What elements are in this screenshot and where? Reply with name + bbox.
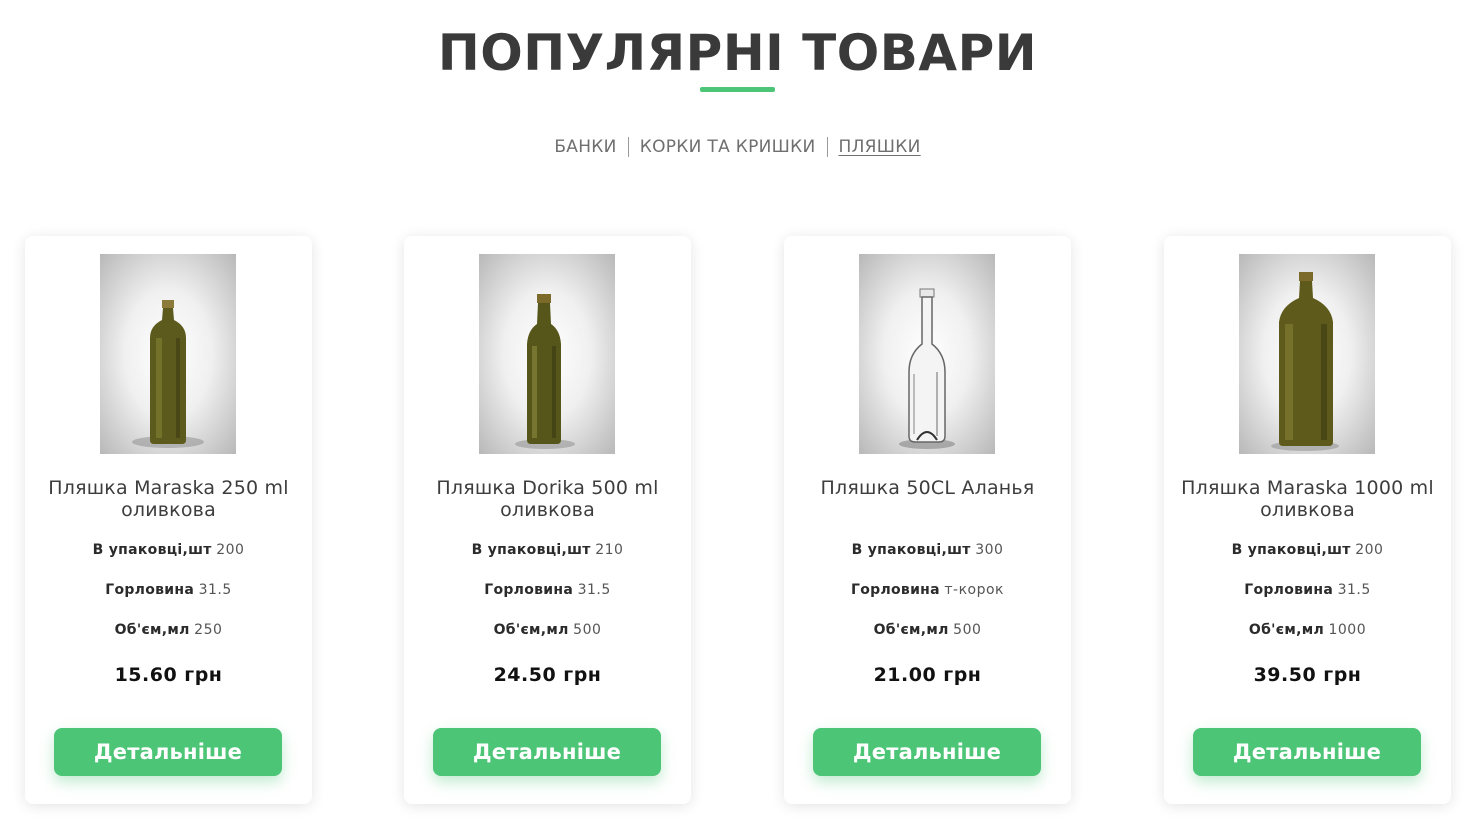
olive-bottle-round-image[interactable] (479, 254, 615, 454)
tab-jars[interactable]: БАНКИ (543, 137, 627, 157)
section-title: ПОПУЛЯРНІ ТОВАРИ (437, 24, 1038, 82)
spec-value: 200 (216, 542, 245, 558)
spec-neck: Горловина 31.5 (25, 582, 312, 598)
tab-bottles[interactable]: ПЛЯШКИ (828, 137, 932, 157)
spec-value: 31.5 (577, 582, 611, 598)
olive-bottle-square-small-image[interactable] (100, 254, 236, 454)
details-button[interactable]: Детальніше (1193, 728, 1421, 776)
product-card[interactable]: Пляшка 50CL Аланья В упаковці,шт 300 Гор… (784, 236, 1071, 804)
bottle-illustration (132, 300, 204, 448)
title-underline (700, 87, 775, 92)
spec-value: т-корок (944, 582, 1004, 598)
spec-label: Об'єм,мл (873, 622, 949, 638)
spec-per-pack: В упаковці,шт 200 (1164, 542, 1451, 558)
spec-neck: Горловина 31.5 (1164, 582, 1451, 598)
spec-label: В упаковці,шт (92, 542, 212, 558)
spec-value: 500 (573, 622, 602, 638)
details-button[interactable]: Детальніше (54, 728, 282, 776)
product-price: 39.50 грн (1253, 664, 1362, 686)
spec-neck: Горловина 31.5 (404, 582, 691, 598)
spec-neck: Горловина т-корок (784, 582, 1071, 598)
spec-label: В упаковці,шт (851, 542, 971, 558)
product-card[interactable]: Пляшка Maraska 1000 ml оливкова В упаков… (1164, 236, 1451, 804)
spec-label: Горловина (484, 582, 574, 598)
product-name[interactable]: Пляшка Dorika 500 ml оливкова (414, 477, 681, 521)
product-price: 21.00 грн (873, 664, 982, 686)
spec-label: Об'єм,мл (493, 622, 569, 638)
clear-bottle-image[interactable] (859, 254, 995, 454)
product-card[interactable]: Пляшка Maraska 250 ml оливкова В упаковц… (25, 236, 312, 804)
product-price: 24.50 грн (493, 664, 602, 686)
product-grid: Пляшка Maraska 250 ml оливкова В упаковц… (0, 236, 1475, 806)
spec-label: В упаковці,шт (1231, 542, 1351, 558)
spec-volume: Об'єм,мл 1000 (1164, 622, 1451, 638)
bottle-illustration (1271, 272, 1339, 451)
spec-label: Горловина (1244, 582, 1334, 598)
spec-volume: Об'єм,мл 250 (25, 622, 312, 638)
spec-volume: Об'єм,мл 500 (784, 622, 1071, 638)
category-tabs: БАНКИ КОРКИ ТА КРИШКИ ПЛЯШКИ (0, 137, 1475, 157)
details-button[interactable]: Детальніше (813, 728, 1041, 776)
olive-bottle-square-large-image[interactable] (1239, 254, 1375, 454)
product-name[interactable]: Пляшка Maraska 250 ml оливкова (35, 477, 302, 521)
product-name[interactable]: Пляшка Maraska 1000 ml оливкова (1174, 477, 1441, 521)
spec-value: 31.5 (1337, 582, 1371, 598)
spec-value: 1000 (1328, 622, 1367, 638)
bottle-illustration (515, 294, 575, 449)
spec-value: 300 (975, 542, 1004, 558)
spec-per-pack: В упаковці,шт 210 (404, 542, 691, 558)
spec-value: 200 (1355, 542, 1384, 558)
bottle-illustration (899, 288, 955, 449)
product-name[interactable]: Пляшка 50CL Аланья (794, 477, 1061, 499)
tab-corks-and-lids[interactable]: КОРКИ ТА КРИШКИ (629, 137, 827, 157)
spec-per-pack: В упаковці,шт 200 (25, 542, 312, 558)
details-button[interactable]: Детальніше (433, 728, 661, 776)
product-card[interactable]: Пляшка Dorika 500 ml оливкова В упаковці… (404, 236, 691, 804)
spec-label: Горловина (105, 582, 195, 598)
popular-products-section: ПОПУЛЯРНІ ТОВАРИ БАНКИ КОРКИ ТА КРИШКИ П… (0, 0, 1475, 822)
spec-value: 500 (953, 622, 982, 638)
spec-value: 31.5 (198, 582, 232, 598)
spec-value: 210 (595, 542, 624, 558)
spec-per-pack: В упаковці,шт 300 (784, 542, 1071, 558)
spec-label: Об'єм,мл (114, 622, 190, 638)
spec-value: 250 (194, 622, 223, 638)
spec-label: Горловина (850, 582, 940, 598)
spec-label: Об'єм,мл (1248, 622, 1325, 638)
spec-volume: Об'єм,мл 500 (404, 622, 691, 638)
spec-label: В упаковці,шт (471, 542, 591, 558)
product-price: 15.60 грн (114, 664, 223, 686)
